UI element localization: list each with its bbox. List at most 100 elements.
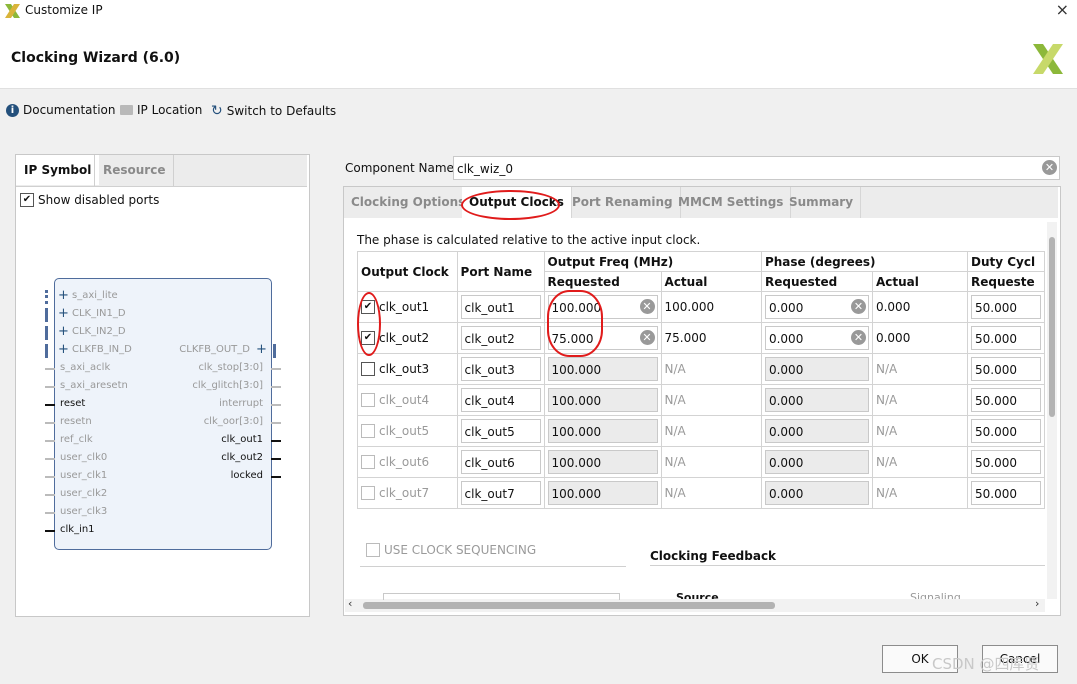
header-freq-requested: Requested [543, 271, 662, 292]
port-input[interactable]: clk_out1 [460, 295, 541, 319]
output-clock-name: clk_out6 [379, 454, 430, 469]
duty-value: 50.000 [974, 487, 1017, 501]
clear-icon[interactable]: ✕ [850, 330, 866, 345]
table-row: clk_out3 clk_out3 100.000 N/A 0.000 N/A 50.000 [357, 353, 1045, 385]
table-row: clk_out7 clk_out7 100.000 N/A 0.000 N/A 50.000 [357, 477, 1045, 509]
port-value: clk_out4 [464, 394, 515, 408]
divider [650, 565, 1045, 566]
scroll-left-icon[interactable]: ‹ [348, 597, 352, 610]
port-input[interactable]: clk_out5 [460, 419, 541, 443]
annotation-checkbox-circle [357, 292, 381, 356]
clear-icon[interactable]: ✕ [850, 299, 866, 314]
freq-actual-value: 75.000 [660, 322, 762, 354]
phase-req-input[interactable]: 0.000 ✕ [764, 326, 869, 350]
phase-req-input[interactable]: 0.000 [764, 388, 869, 412]
duty-value: 50.000 [974, 456, 1017, 470]
horizontal-scroll-thumb[interactable] [363, 602, 775, 609]
freq-req-value: 100.000 [551, 394, 602, 408]
duty-input[interactable]: 50.000 [970, 326, 1041, 350]
checkbox-icon[interactable] [361, 424, 375, 439]
freq-actual-value: 100.000 [660, 291, 762, 323]
header-output-clock: Output Clock [357, 251, 458, 292]
use-clock-sequencing-checkbox[interactable]: USE CLOCK SEQUENCING [366, 543, 536, 557]
output-clock-name: clk_out1 [379, 299, 430, 314]
duty-input[interactable]: 50.000 [970, 481, 1041, 505]
output-clocks-table: Output Clock Port Name Output Freq (MHz)… [357, 251, 1045, 509]
output-clock-name: clk_out2 [379, 330, 430, 345]
port-input[interactable]: clk_out3 [460, 357, 541, 381]
close-icon[interactable]: × [1056, 0, 1069, 19]
freq-actual-value: N/A [660, 415, 762, 447]
duty-value: 50.000 [974, 425, 1017, 439]
phase-req-value: 0.000 [768, 487, 804, 501]
source-label: Source [676, 591, 719, 599]
port-input[interactable]: clk_out6 [460, 450, 541, 474]
checkbox-icon[interactable] [361, 486, 375, 501]
output-clock-cell[interactable]: clk_out6 [357, 446, 458, 478]
phase-actual-value: 0.000 [871, 291, 968, 323]
sequencing-table-edge [383, 593, 620, 600]
phase-req-value: 0.000 [768, 425, 804, 439]
output-clock-name: clk_out7 [379, 485, 430, 500]
freq-actual-value: N/A [660, 384, 762, 416]
freq-actual-value: N/A [660, 446, 762, 478]
freq-req-input[interactable]: 100.000 [547, 388, 658, 412]
signaling-label: Signaling [910, 591, 961, 599]
port-value: clk_out7 [464, 487, 515, 501]
freq-actual-value: N/A [660, 353, 762, 385]
freq-req-input[interactable]: 100.000 [547, 481, 658, 505]
checkbox-icon[interactable] [361, 455, 375, 470]
checkbox-icon[interactable] [361, 362, 375, 377]
phase-req-input[interactable]: 0.000 [764, 357, 869, 381]
output-clock-cell[interactable]: clk_out3 [357, 353, 458, 385]
output-clock-name: clk_out5 [379, 423, 430, 438]
annotation-tab-circle [461, 190, 560, 220]
header-phase-requested: Requested [760, 271, 873, 292]
table-row: clk_out4 clk_out4 100.000 N/A 0.000 N/A 50.000 [357, 384, 1045, 416]
port-value: clk_out3 [464, 363, 515, 377]
horizontal-scrollbar[interactable]: ‹ › [345, 597, 1045, 612]
duty-value: 50.000 [974, 394, 1017, 408]
scroll-right-icon[interactable]: › [1035, 597, 1039, 610]
phase-req-input[interactable]: 0.000 [764, 419, 869, 443]
freq-req-value: 100.000 [551, 456, 602, 470]
watermark: CSDN @四库贤 [932, 655, 1040, 673]
phase-actual-value: N/A [871, 384, 968, 416]
output-clock-cell[interactable]: clk_out5 [357, 415, 458, 447]
divider [360, 566, 626, 567]
port-value: clk_out1 [464, 301, 515, 315]
phase-req-input[interactable]: 0.000 ✕ [764, 295, 869, 319]
duty-input[interactable]: 50.000 [970, 295, 1041, 319]
freq-req-input[interactable]: 100.000 [547, 357, 658, 381]
duty-input[interactable]: 50.000 [970, 388, 1041, 412]
header-output-freq: Output Freq (MHz) [543, 251, 762, 272]
freq-req-input[interactable]: 100.000 [547, 450, 658, 474]
port-input[interactable]: clk_out7 [460, 481, 541, 505]
freq-req-input[interactable]: 100.000 [547, 419, 658, 443]
checkbox-icon[interactable] [361, 393, 375, 408]
duty-input[interactable]: 50.000 [970, 419, 1041, 443]
phase-actual-value: N/A [871, 446, 968, 478]
output-clock-cell[interactable]: clk_out4 [357, 384, 458, 416]
table-viewport: Output Clock Port Name Output Freq (MHz)… [0, 0, 1045, 600]
output-clock-cell[interactable]: clk_out7 [357, 477, 458, 509]
header-phase-actual: Actual [871, 271, 968, 292]
duty-input[interactable]: 50.000 [970, 450, 1041, 474]
freq-req-value: 100.000 [551, 363, 602, 377]
phase-req-input[interactable]: 0.000 [764, 450, 869, 474]
use-clock-sequencing-label: USE CLOCK SEQUENCING [384, 543, 537, 557]
phase-req-value: 0.000 [768, 456, 804, 470]
vertical-scroll-thumb[interactable] [1049, 237, 1055, 417]
clear-icon[interactable]: ✕ [639, 299, 655, 314]
header-duty-cycle: Duty Cycl [966, 251, 1045, 272]
port-input[interactable]: clk_out4 [460, 388, 541, 412]
clear-icon[interactable]: ✕ [639, 330, 655, 345]
port-input[interactable]: clk_out2 [460, 326, 541, 350]
vertical-scrollbar[interactable] [1047, 222, 1057, 599]
header-phase: Phase (degrees) [760, 251, 968, 272]
phase-req-input[interactable]: 0.000 [764, 481, 869, 505]
duty-value: 50.000 [974, 301, 1017, 315]
header-port-name: Port Name [456, 251, 545, 292]
phase-req-value: 0.000 [768, 363, 804, 377]
duty-input[interactable]: 50.000 [970, 357, 1041, 381]
